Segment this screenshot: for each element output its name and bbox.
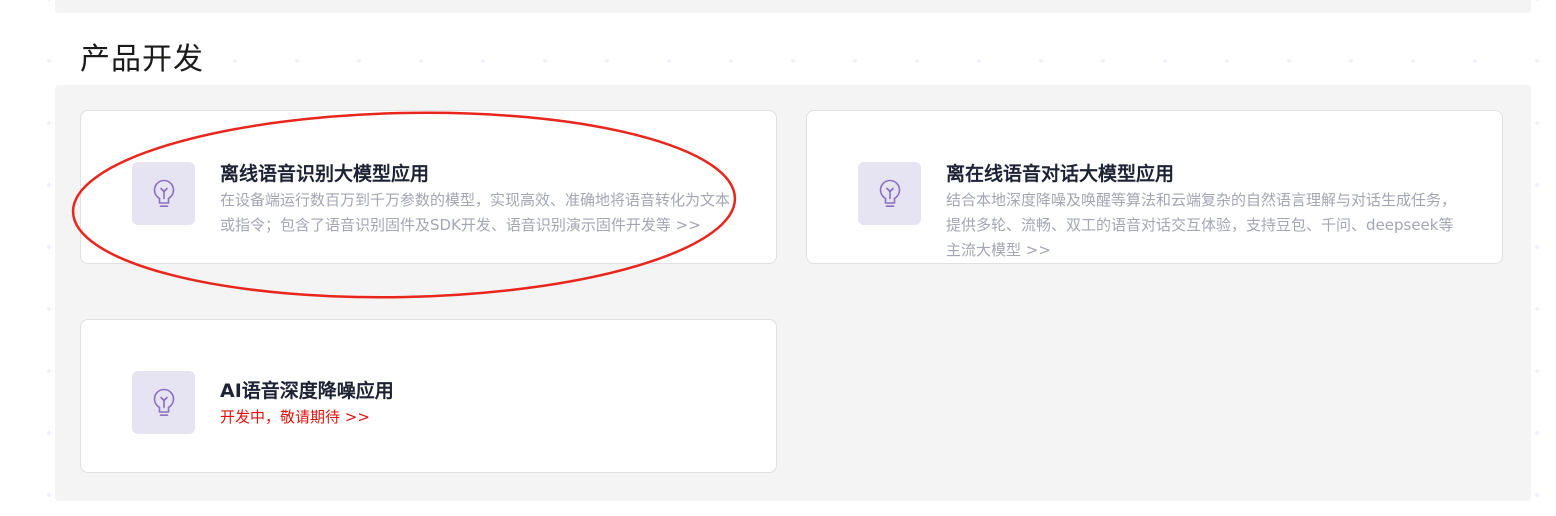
card-title: 离线语音识别大模型应用: [220, 163, 430, 185]
card-icon-box: [132, 162, 195, 225]
lightbulb-icon: [153, 179, 174, 207]
lightbulb-icon: [879, 179, 900, 207]
section-title: 产品开发: [80, 42, 204, 77]
card-ai-denoise[interactable]: AI语音深度降噪应用 开发中，敬请期待 >>: [80, 319, 777, 473]
card-title: 离在线语音对话大模型应用: [946, 163, 1175, 185]
card-icon-box: [132, 371, 195, 434]
card-icon-box: [858, 162, 921, 225]
card-description: 结合本地深度降噪及唤醒等算法和云端复杂的自然语言理解与对话生成任务，提供多轮、流…: [946, 191, 1457, 259]
card-description: 在设备端运行数百万到千万参数的模型，实现高效、准确地将语音转化为文本或指令；包含…: [220, 191, 731, 234]
card-title: AI语音深度降噪应用: [220, 380, 394, 402]
top-section-panel: [55, 0, 1531, 13]
card-status: 开发中，敬请期待 >>: [220, 408, 370, 426]
product-dev-panel: 离线语音识别大模型应用 在设备端运行数百万到千万参数的模型，实现高效、准确地将语…: [55, 85, 1531, 501]
card-offline-asr[interactable]: 离线语音识别大模型应用 在设备端运行数百万到千万参数的模型，实现高效、准确地将语…: [80, 110, 777, 264]
card-online-dialog[interactable]: 离在线语音对话大模型应用 结合本地深度降噪及唤醒等算法和云端复杂的自然语言理解与…: [806, 110, 1503, 264]
lightbulb-icon: [153, 388, 174, 416]
